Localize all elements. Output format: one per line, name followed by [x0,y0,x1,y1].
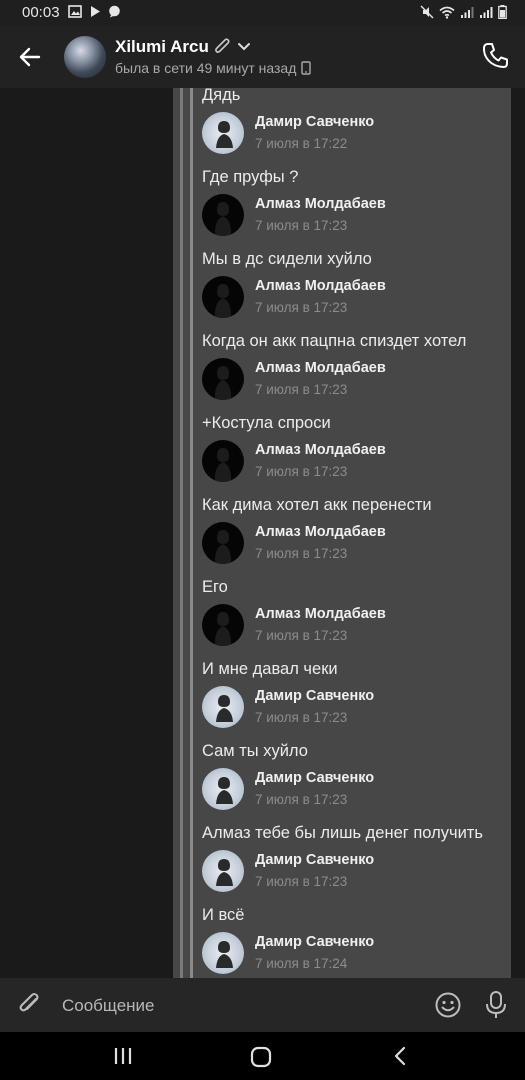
message-text: Как дима хотел акк перенести [202,496,432,514]
message-date: 7 июля в 17:22 [255,136,348,151]
message-input[interactable] [60,990,404,1022]
author-name[interactable]: Алмаз Молдабаев [255,196,386,212]
phone-call-icon[interactable] [479,40,511,72]
contact-status-row: была в сети 49 минут назад [115,60,312,76]
back-icon[interactable] [390,1045,410,1067]
microphone-icon[interactable] [484,990,508,1020]
mobile-phone-icon [301,61,312,75]
chat-area[interactable]: Дядь Дамир Савченко 7 июля в 17:22 Где пруф… [0,86,525,1052]
quote-line [190,88,193,978]
message-author-row[interactable]: Алмаз Молдабаев 7 июля в 17:23 [202,440,502,484]
signal-icon [461,6,474,18]
home-icon[interactable] [250,1046,272,1068]
contact-avatar[interactable] [64,36,106,78]
message-date: 7 июля в 17:23 [255,874,348,889]
message-text: Где пруфы ? [202,168,299,186]
paperclip-icon[interactable] [16,991,44,1019]
author-avatar[interactable] [202,850,244,892]
chat-bubble-icon [109,5,120,18]
recent-apps-icon[interactable] [112,1046,134,1066]
back-arrow-icon[interactable] [12,39,48,75]
message-date: 7 июля в 17:23 [255,464,348,479]
status-bar: 00:03 [0,0,525,26]
message-text: Когда он акк пацпна спиздет хотел [202,332,467,350]
message-date: 7 июля в 17:23 [255,218,348,233]
message-text: Его [202,578,228,596]
message-text: Сам ты хуйло [202,742,308,760]
author-name[interactable]: Алмаз Молдабаев [255,278,386,294]
author-name[interactable]: Дамир Савченко [255,688,374,704]
message-author-row[interactable]: Алмаз Молдабаев 7 июля в 17:23 [202,194,502,238]
message-date: 7 июля в 17:23 [255,300,348,315]
message-text: Мы в дс сидели хуйло [202,250,372,268]
chat-header: Xilumi Arcu была в сети 49 минут назад [0,26,525,88]
message-author-row[interactable]: Дамир Савченко 7 июля в 17:23 [202,686,502,730]
message-input-bar [0,978,525,1032]
author-avatar[interactable] [202,440,244,482]
mute-icon [420,5,434,19]
message-author-row[interactable]: Алмаз Молдабаев 7 июля в 17:23 [202,604,502,648]
author-avatar[interactable] [202,686,244,728]
message-date: 7 июля в 17:23 [255,546,348,561]
author-name[interactable]: Дамир Савченко [255,770,374,786]
battery-icon [498,5,507,19]
status-time: 00:03 [22,4,60,21]
system-nav-bar [0,1032,525,1080]
message-text: И мне давал чеки [202,660,338,678]
contact-name: Xilumi Arcu [115,37,209,56]
quote-line [180,88,183,978]
message-date: 7 июля в 17:23 [255,382,348,397]
author-avatar[interactable] [202,768,244,810]
signal-icon [480,6,493,18]
message-author-row[interactable]: Дамир Савченко 7 июля в 17:23 [202,768,502,812]
author-name[interactable]: Алмаз Молдабаев [255,606,386,622]
author-avatar[interactable] [202,194,244,236]
author-name[interactable]: Алмаз Молдабаев [255,360,386,376]
message-author-row[interactable]: Дамир Савченко 7 июля в 17:22 [202,112,502,156]
play-icon [91,6,100,17]
message-author-row[interactable]: Алмаз Молдабаев 7 июля в 17:23 [202,276,502,320]
paperclip-icon [214,38,230,53]
author-name[interactable]: Дамир Савченко [255,852,374,868]
message-text: Дядь [202,86,241,104]
message-date: 7 июля в 17:24 [255,956,348,971]
wifi-icon [439,6,455,19]
author-avatar[interactable] [202,932,244,974]
message-author-row[interactable]: Алмаз Молдабаев 7 июля в 17:23 [202,522,502,566]
message-date: 7 июля в 17:23 [255,710,348,725]
author-avatar[interactable] [202,604,244,646]
message-author-row[interactable]: Дамир Савченко 7 июля в 17:24 [202,932,502,976]
chevron-down-icon[interactable] [237,42,251,52]
notification-icons [68,5,121,18]
author-name[interactable]: Алмаз Молдабаев [255,524,386,540]
author-name[interactable]: Дамир Савченко [255,114,374,130]
author-avatar[interactable] [202,522,244,564]
system-icons [420,5,507,19]
message-date: 7 июля в 17:23 [255,792,348,807]
message-author-row[interactable]: Алмаз Молдабаев 7 июля в 17:23 [202,358,502,402]
message-author-row[interactable]: Дамир Савченко 7 июля в 17:23 [202,850,502,894]
author-avatar[interactable] [202,358,244,400]
message-text: Алмаз тебе бы лишь денег получить [202,824,483,842]
message-text: +Костула спроси [202,414,331,432]
author-name[interactable]: Алмаз Молдабаев [255,442,386,458]
author-avatar[interactable] [202,112,244,154]
message-text: И всё [202,906,245,924]
emoji-icon[interactable] [434,991,462,1019]
message-date: 7 июля в 17:23 [255,628,348,643]
image-icon [68,5,82,18]
contact-name-row[interactable]: Xilumi Arcu [115,37,251,57]
contact-status: была в сети 49 минут назад [115,60,297,76]
author-avatar[interactable] [202,276,244,318]
author-name[interactable]: Дамир Савченко [255,934,374,950]
